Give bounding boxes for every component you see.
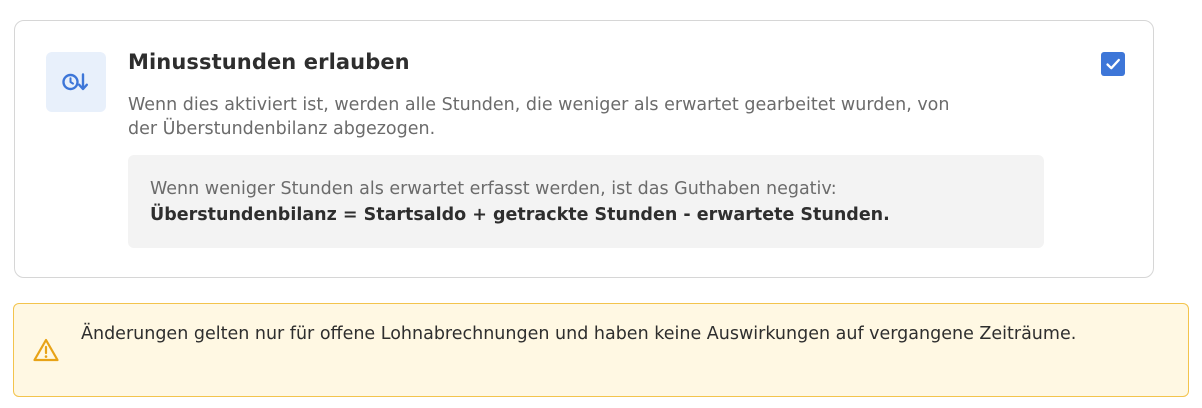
warning-text: Änderungen gelten nur für offene Lohnabr… bbox=[81, 324, 1077, 344]
info-text: Wenn weniger Stunden als erwartet erfass… bbox=[150, 179, 837, 199]
checkmark-icon bbox=[1106, 58, 1120, 70]
balance-formula: Überstundenbilanz = Startsaldo + getrack… bbox=[150, 205, 890, 225]
warning-banner: Änderungen gelten nur für offene Lohnabr… bbox=[13, 303, 1189, 397]
formula-info-box: Wenn weniger Stunden als erwartet erfass… bbox=[128, 155, 1044, 248]
clock-arrow-down-icon bbox=[62, 73, 88, 91]
warning-triangle-icon bbox=[33, 338, 59, 362]
setting-description: Wenn dies aktiviert ist, werden alle Stu… bbox=[128, 95, 950, 139]
setting-card: Minusstunden erlauben Wenn dies aktivier… bbox=[14, 20, 1154, 278]
setting-icon-box bbox=[46, 52, 106, 112]
allow-negative-hours-checkbox[interactable] bbox=[1101, 52, 1125, 76]
setting-title: Minusstunden erlauben bbox=[128, 50, 410, 74]
